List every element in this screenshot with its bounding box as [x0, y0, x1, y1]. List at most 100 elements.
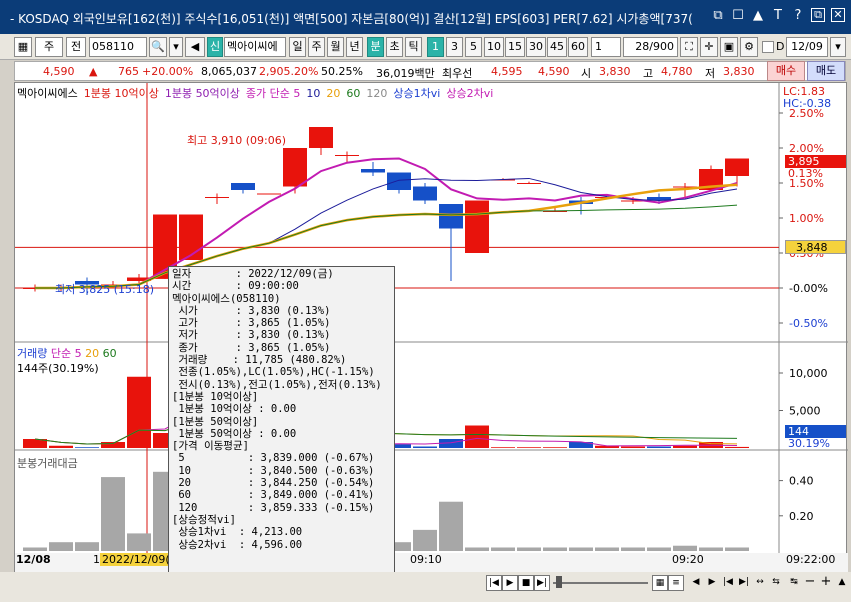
y-tick-label: 1.00%	[789, 212, 824, 225]
volume-legend-ma60: 60	[102, 347, 117, 360]
view-table-icon[interactable]: ▦	[652, 575, 668, 591]
nav-next-arrow-icon[interactable]: ▶	[704, 575, 720, 591]
period-month[interactable]: 월	[327, 37, 344, 57]
interval-3[interactable]: 3	[446, 37, 463, 57]
current-price: 4,590	[43, 65, 75, 78]
resize-icon[interactable]: ↹	[786, 575, 802, 591]
maximize-window-icon[interactable]: ☐	[731, 8, 745, 23]
low-price: 3,830	[723, 65, 755, 78]
period-minute[interactable]: 분	[367, 37, 384, 57]
sell-button[interactable]: 매도	[807, 61, 845, 81]
candle-body	[283, 148, 307, 187]
minimize-window-icon[interactable]: ⧉	[811, 8, 825, 22]
nav-first-icon[interactable]: |◀	[486, 575, 502, 591]
menu-grid-icon[interactable]: ▦	[14, 37, 32, 57]
high-price: 4,780	[661, 65, 693, 78]
tooltip-line: 전종(1.05%),LC(1.05%),HC(-1.15%)	[172, 366, 375, 379]
volume-bar	[543, 447, 567, 448]
settings-gear-icon[interactable]: ⚙	[740, 37, 758, 57]
close-window-icon[interactable]: ✕	[831, 8, 845, 22]
tooltip-line: [상승정적vi]	[172, 513, 236, 526]
date-input[interactable]: 12/09	[786, 37, 828, 57]
date-checkbox[interactable]	[762, 41, 774, 53]
nav-prev-arrow-icon[interactable]: ◀	[688, 575, 704, 591]
amount-y-tick-label: 0.40	[789, 475, 814, 488]
dropdown-arrow-icon[interactable]: ▾	[169, 37, 183, 57]
best-quote-label: 최우선	[442, 67, 473, 80]
tooltip-line: 상승2차vi : 4,596.00	[172, 538, 303, 551]
legend-item: 120	[366, 87, 388, 100]
amount-bar	[543, 547, 567, 551]
pin-icon[interactable]: ▲	[751, 8, 765, 23]
period-day[interactable]: 일	[289, 37, 306, 57]
tooltip-line: 1분봉 50억이상 : 0.00	[172, 427, 297, 440]
zoom-in-icon[interactable]: +	[818, 575, 834, 591]
stock-name-field[interactable]: 멕아이씨에	[224, 37, 286, 57]
crosshair-icon[interactable]: ✛	[700, 37, 718, 57]
period-week[interactable]: 주	[308, 37, 325, 57]
search-icon[interactable]: 🔍	[149, 37, 167, 57]
nav-stop-icon[interactable]: ■	[518, 575, 534, 591]
interval-60[interactable]: 60	[568, 37, 588, 57]
volume-pct-badge: 30.19%	[788, 437, 830, 450]
zoom-out-icon[interactable]: −	[802, 575, 818, 591]
expand-up-icon[interactable]: ▲	[834, 575, 850, 591]
new-badge: 신	[207, 37, 223, 57]
amount-bar	[439, 501, 463, 551]
page-counter[interactable]: 28/900	[623, 37, 678, 57]
y-tick-label: -0.50%	[789, 317, 828, 330]
candle-body	[465, 200, 489, 253]
save-icon[interactable]: ▣	[720, 37, 738, 57]
font-icon[interactable]: T	[771, 8, 785, 23]
chart-svg[interactable]: 2.50%2.00%1.50%1.00%0.50%-0.00%-0.50%10,…	[15, 83, 848, 573]
market-select[interactable]: 주	[35, 37, 63, 57]
legend-item: 1분봉 10억이상	[83, 87, 159, 100]
count-select[interactable]: 1	[591, 37, 621, 57]
buy-button[interactable]: 매수	[767, 61, 805, 81]
speaker-icon[interactable]: ◀	[185, 37, 205, 57]
date-picker-icon[interactable]: ▾	[830, 37, 846, 57]
interval-45[interactable]: 45	[547, 37, 567, 57]
view-list-icon[interactable]: ≡	[668, 575, 684, 591]
restore-window-icon[interactable]: ⧉	[711, 8, 725, 23]
tooltip-line: 전시(0.13%),전고(1.05%),전저(0.13%)	[172, 378, 382, 391]
scroll-slider-track[interactable]	[553, 582, 648, 584]
open-price: 3,830	[599, 65, 631, 78]
amount-legend-title: 분봉거래대금	[17, 457, 78, 470]
x-label-0: 12/08	[16, 553, 51, 566]
x-label-end: 09:22:00	[786, 553, 836, 566]
scroll-slider-handle[interactable]	[556, 576, 562, 588]
amount-bar	[569, 547, 593, 551]
y-tick-label: -0.00%	[789, 282, 828, 295]
interval-30[interactable]: 30	[526, 37, 546, 57]
nav-next-icon[interactable]: ▶|	[534, 575, 550, 591]
chart-area[interactable]: 2.50%2.00%1.50%1.00%0.50%-0.00%-0.50%10,…	[14, 82, 848, 573]
nav-end-icon[interactable]: ▶|	[736, 575, 752, 591]
title-bar: - KOSDAQ 외국인보유[162(천)] 주식수[16,051(천)] 액면…	[0, 0, 851, 34]
expand-icon[interactable]: ↔	[752, 575, 768, 591]
all-button[interactable]: 전	[66, 37, 86, 57]
y-tick-label: 2.00%	[789, 142, 824, 155]
nav-start-icon[interactable]: |◀	[720, 575, 736, 591]
interval-15[interactable]: 15	[505, 37, 525, 57]
help-icon[interactable]: ?	[791, 8, 805, 23]
volume-bar	[517, 447, 541, 448]
stock-code-input[interactable]: 058110	[89, 37, 147, 57]
tooltip-line: 60 : 3,849.000 (-0.41%)	[172, 489, 375, 502]
candle-body	[205, 197, 229, 198]
period-second[interactable]: 초	[386, 37, 403, 57]
period-tick[interactable]: 틱	[405, 37, 422, 57]
nav-play-icon[interactable]: ▶	[502, 575, 518, 591]
interval-1[interactable]: 1	[427, 37, 444, 57]
tooltip-line: 5 : 3,839.000 (-0.67%)	[172, 452, 375, 465]
arrows-icon[interactable]: ⇆	[768, 575, 784, 591]
amount-bar	[413, 529, 437, 551]
candle-body	[413, 186, 437, 201]
interval-10[interactable]: 10	[484, 37, 504, 57]
period-year[interactable]: 년	[346, 37, 363, 57]
amount-bar	[23, 547, 47, 551]
tooltip-line: 120 : 3,859.333 (-0.15%)	[172, 501, 375, 514]
interval-5[interactable]: 5	[465, 37, 482, 57]
volume-legend: 거래량 단순 5 20 60	[17, 345, 117, 361]
chart-tools-icon[interactable]: ⛶	[680, 37, 698, 57]
